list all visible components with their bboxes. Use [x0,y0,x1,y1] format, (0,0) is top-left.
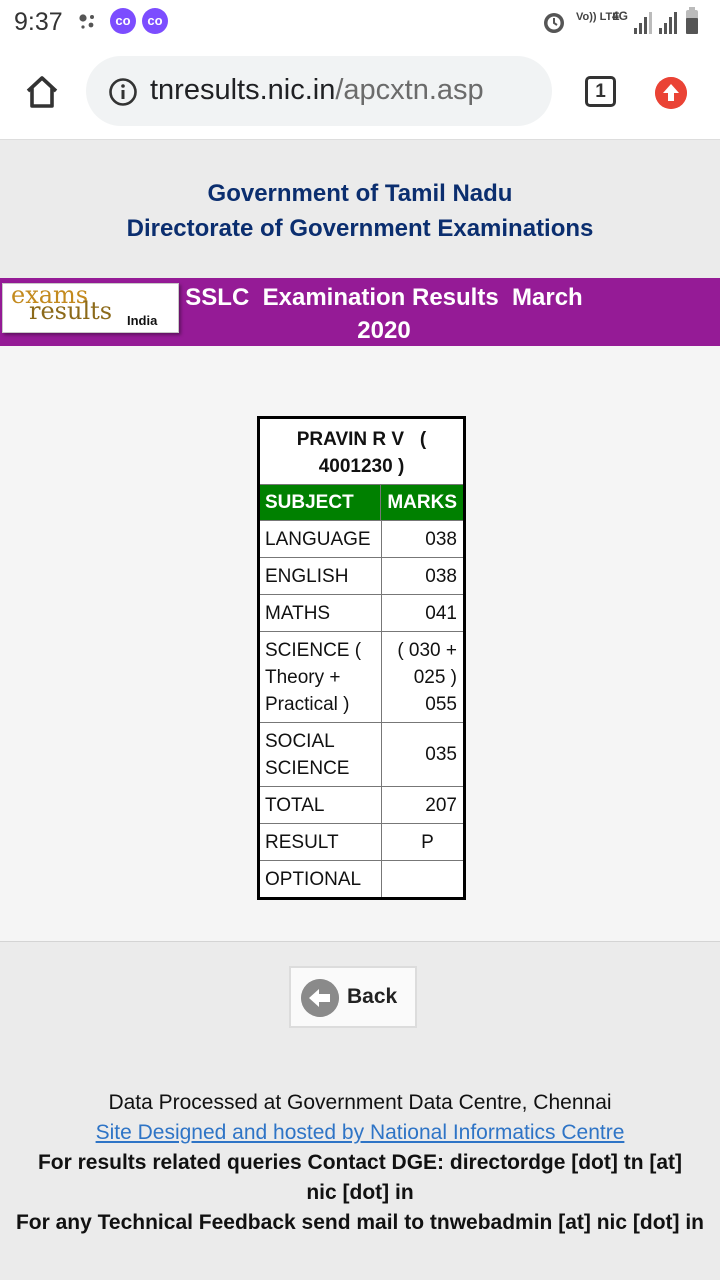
system-status-icons: Vo)) LTE 4G [544,7,698,34]
back-arrow-icon [301,979,339,1017]
banner-title: SSLC Examination Results March 2020 [180,281,588,347]
result-table: PRAVIN R V ( 4001230 ) SUBJECT MARKS LAN… [257,416,466,900]
notification-badge-icon: co [110,8,136,34]
subject-cell: TOTAL [260,787,382,823]
notification-badge-icon: co [142,8,168,34]
footer-data-centre: Data Processed at Government Data Centre… [108,1091,612,1114]
back-button-label: Back [347,985,398,1008]
subject-cell: SOCIAL SCIENCE [260,723,382,786]
url-path: /apcxtn.asp [335,74,484,106]
table-row: TOTAL 207 [260,786,463,823]
footer-dge-contact: For results related queries Contact DGE:… [37,1151,683,1204]
marks-cell: ( 030 + 025 ) 055 [397,639,457,715]
marks-cell: 207 [425,794,457,816]
student-name-cell: PRAVIN R V ( 4001230 ) [260,419,463,485]
results-banner: exams results India SSLC Examination Res… [0,278,720,346]
student-name-line2: 4001230 ) [318,456,405,477]
marks-cell [382,861,463,897]
marks-cell: 038 [425,565,457,587]
network-type-label: 4G [612,9,628,23]
column-header-subject: SUBJECT [260,485,382,520]
url-text: tnresults.nic.in/apcxtn.asp [150,74,484,107]
marks-cell: P [421,831,434,853]
signal-icon [634,12,677,34]
table-row: SOCIAL SCIENCE 035 [260,722,463,786]
subject-cell: SCIENCE ( Theory + Practical ) [260,632,382,722]
marks-cell: 038 [425,528,457,550]
table-header-row: SUBJECT MARKS [260,485,463,520]
marks-cell: 041 [425,602,457,624]
table-row: ENGLISH 038 [260,557,463,594]
logo-word-results: results [29,297,113,325]
subject-cell: LANGUAGE [260,521,382,557]
status-bar: 9:37 co co Vo)) LTE 4G [0,0,720,44]
nic-link[interactable]: Site Designed and hosted by National Inf… [96,1121,625,1144]
header-line-directorate: Directorate of Government Examinations [126,215,594,242]
back-button[interactable]: Back [289,966,417,1028]
table-row: LANGUAGE 038 [260,520,463,557]
tab-switcher-button[interactable]: 1 [585,76,616,107]
table-row: SCIENCE ( Theory + Practical ) ( 030 + 0… [260,631,463,722]
info-icon[interactable] [108,77,138,107]
page-header: Government of Tamil Nadu Directorate of … [0,176,720,246]
header-line-government: Government of Tamil Nadu [207,180,513,207]
banner-title-line2: 2020 [357,317,411,344]
column-header-marks: MARKS [387,492,457,513]
table-row: RESULT P [260,823,463,860]
page-footer: Data Processed at Government Data Centre… [0,1088,720,1238]
home-icon[interactable] [22,72,62,112]
browser-toolbar: tnresults.nic.in/apcxtn.asp 1 [0,44,720,140]
table-row: MATHS 041 [260,594,463,631]
footer-technical-feedback: For any Technical Feedback send mail to … [15,1211,705,1234]
subject-cell: RESULT [260,824,382,860]
url-host: tnresults.nic.in [150,74,336,106]
marks-cell: 035 [425,744,457,765]
update-arrow-icon[interactable] [655,77,687,109]
assistant-dots-icon [79,14,94,29]
student-name-line1: PRAVIN R V ( [296,429,427,450]
status-time: 9:37 [14,8,63,36]
exams-results-logo[interactable]: exams results India [2,281,179,333]
subject-cell: MATHS [260,595,382,631]
subject-cell: ENGLISH [260,558,382,594]
results-content: PRAVIN R V ( 4001230 ) SUBJECT MARKS LAN… [0,346,720,942]
table-row: OPTIONAL [260,860,463,897]
battery-icon [686,7,698,34]
logo-word-india: India [127,313,158,328]
subject-cell: OPTIONAL [260,861,382,897]
banner-title-line1: SSLC Examination Results March [185,284,583,311]
alarm-icon [544,13,564,33]
address-bar[interactable]: tnresults.nic.in/apcxtn.asp [86,56,552,126]
